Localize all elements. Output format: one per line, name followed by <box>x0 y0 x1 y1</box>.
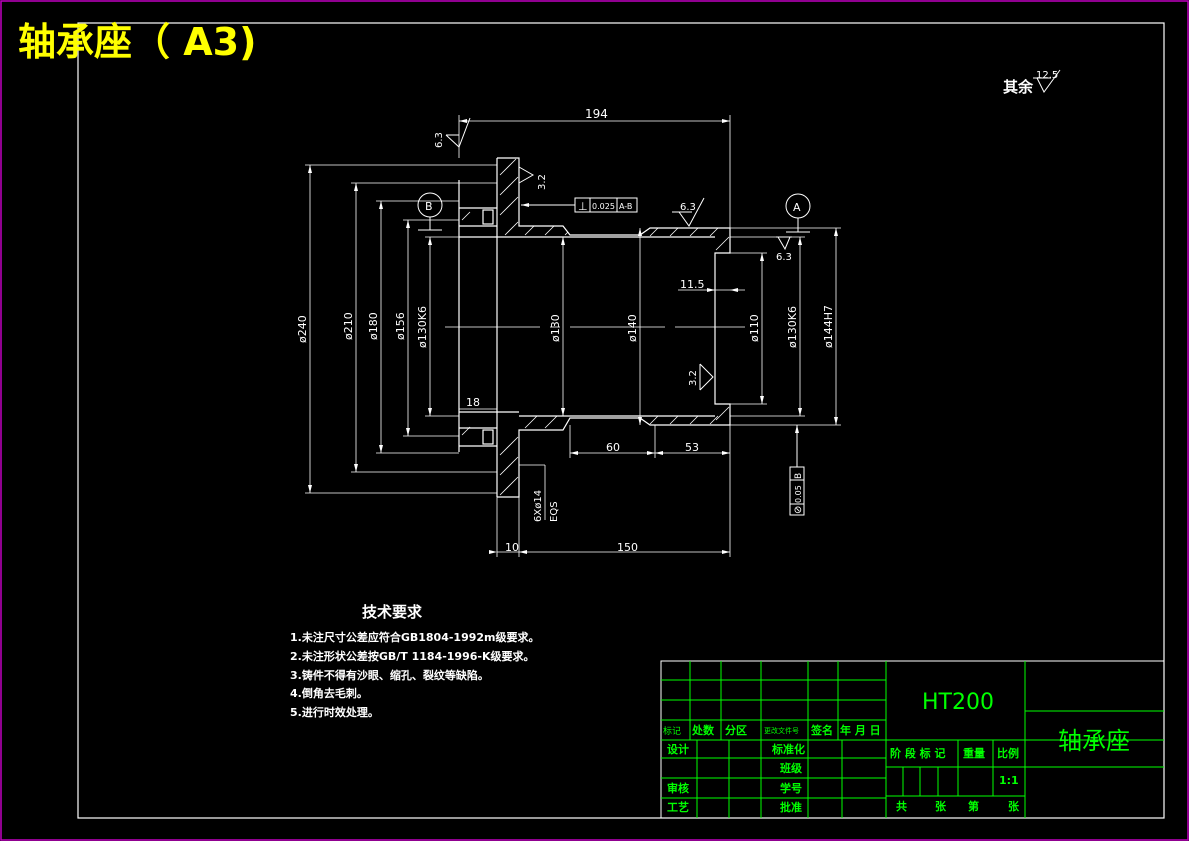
runout-arrow <box>795 425 799 433</box>
roughness-inner: 3.2 <box>688 370 699 386</box>
outer-border <box>0 0 1189 841</box>
dim-d130k6-right: ø130K6 <box>786 306 799 348</box>
tb-design: 设计 <box>667 742 689 756</box>
dim-d210: ø210 <box>342 312 355 340</box>
tb-class: 班级 <box>780 761 803 775</box>
dim-11-5: 11.5 <box>680 278 705 291</box>
roughness-flange: 3.2 <box>537 174 548 190</box>
tech-line-5: 5.进行时效处理。 <box>290 705 379 719</box>
tb-sheet: 第 <box>968 799 979 813</box>
tb-zone: 分区 <box>725 723 747 737</box>
tb-standard: 标准化 <box>771 742 805 756</box>
tb-stage: 阶 段 标 记 <box>890 746 946 760</box>
roughness-right: 6.3 <box>776 252 792 263</box>
dim-d156: ø156 <box>394 312 407 340</box>
dim-10: 10 <box>505 541 519 554</box>
tb-student-no: 学号 <box>780 781 802 795</box>
tb-review: 审核 <box>667 781 689 795</box>
dim-d240: ø240 <box>296 315 309 343</box>
dim-194: 194 <box>585 107 608 121</box>
tb-process: 工艺 <box>667 800 689 814</box>
tb-approve: 批准 <box>780 800 802 814</box>
other-roughness-value: 12.5 <box>1036 70 1058 81</box>
dim-d110: ø110 <box>748 314 761 342</box>
tech-line-4: 4.倒角去毛刺。 <box>290 686 368 700</box>
tb-weight: 重量 <box>963 746 985 760</box>
drawing-sheet: 轴承座（ A3) 其余 12.5 194 ø240 ø210 ø180 ø156… <box>0 0 1189 841</box>
tech-heading: 技术要求 <box>362 603 423 621</box>
other-roughness-label: 其余 <box>1003 78 1034 96</box>
sheet-title: 轴承座（ A3) <box>18 20 256 64</box>
perp-datum: A-B <box>619 202 632 211</box>
tech-line-1: 1.未注尺寸公差应符合GB1804-1992m级要求。 <box>290 630 540 644</box>
dim-d140: ø140 <box>626 314 639 342</box>
runout-datum: B <box>794 473 804 479</box>
dim-eqs: EQS <box>549 501 560 522</box>
tb-sign: 签名 <box>810 723 833 737</box>
perp-symbol: ⊥ <box>578 200 588 213</box>
roughness-top: 6.3 <box>434 132 445 148</box>
tb-sheet-unit: 张 <box>1008 799 1020 813</box>
datum-a-label: A <box>793 201 801 214</box>
dim-holes: 6Xø14 <box>533 490 544 522</box>
dim-60: 60 <box>606 441 620 454</box>
dim-d144h7: ø144H7 <box>822 305 835 348</box>
dim-150: 150 <box>617 541 638 554</box>
tb-change-doc: 更改文件号 <box>764 726 799 735</box>
datum-b-label: B <box>425 200 433 213</box>
tech-line-2: 2.未注形状公差按GB/T 1184-1996-K级要求。 <box>290 649 534 663</box>
tb-count: 处数 <box>691 723 715 737</box>
dimension-text: 194 ø240 ø210 ø180 ø156 ø130K6 ø130 ø140… <box>296 107 835 554</box>
roughness-symbols <box>445 117 792 391</box>
perpendicularity-arrow <box>521 203 529 207</box>
tb-mark: 标记 <box>663 725 681 737</box>
runout-value: 0.05 <box>794 485 803 503</box>
runout-symbol: ⊘ <box>793 506 804 514</box>
tb-scale: 1:1 <box>999 774 1019 787</box>
material: HT200 <box>922 690 994 715</box>
tech-line-3: 3.铸件不得有沙眼、缩孔、裂纹等缺陷。 <box>290 668 489 682</box>
dim-53: 53 <box>685 441 699 454</box>
dim-d130k6-left: ø130K6 <box>416 306 429 348</box>
dim-d180: ø180 <box>367 312 380 340</box>
tb-total: 共 <box>896 799 907 813</box>
part-name: 轴承座 <box>1058 727 1130 755</box>
perp-value: 0.025 <box>592 202 615 211</box>
frame-border <box>77 22 1165 819</box>
dim-18: 18 <box>466 396 480 409</box>
tb-date: 年 月 日 <box>840 723 881 737</box>
tb-scale-label: 比例 <box>997 746 1019 760</box>
tb-total-unit: 张 <box>935 799 947 813</box>
dim-d130: ø130 <box>549 314 562 342</box>
roughness-mid: 6.3 <box>680 202 696 213</box>
